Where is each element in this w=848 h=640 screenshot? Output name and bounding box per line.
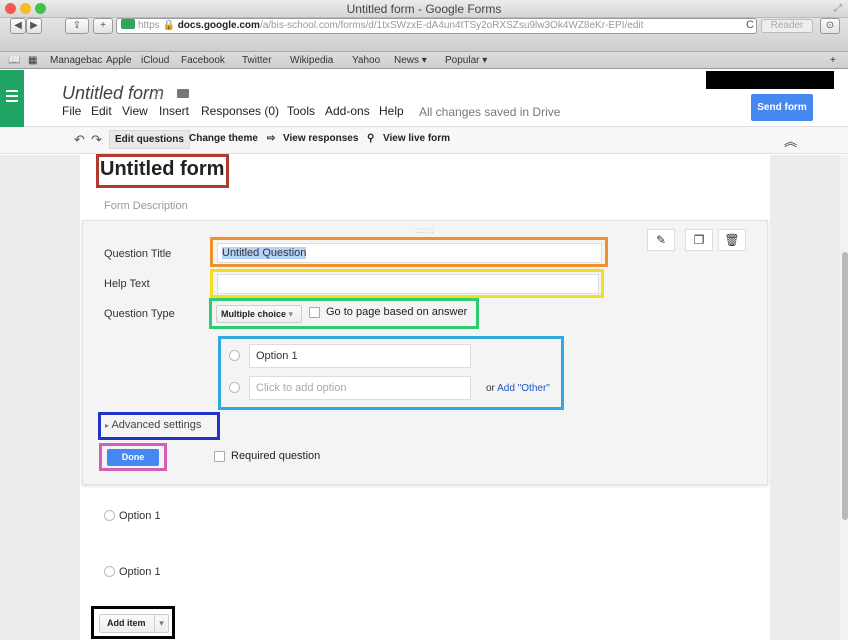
done-button[interactable]: Done bbox=[107, 449, 159, 466]
add-bookmark-button[interactable]: + bbox=[93, 18, 113, 34]
fullscreen-icon[interactable]: ⤢ bbox=[834, 3, 842, 14]
preview-option[interactable]: Option 1 bbox=[104, 566, 161, 578]
tab-change-theme[interactable]: Change theme bbox=[189, 133, 258, 144]
add-item-label: Add item bbox=[107, 618, 146, 628]
add-other-link[interactable]: Add "Other" bbox=[497, 383, 550, 394]
chevron-down-icon: ▾ bbox=[288, 309, 294, 319]
bookmark-item[interactable]: Facebook bbox=[181, 55, 225, 66]
menu-responses[interactable]: Responses (0) bbox=[201, 104, 279, 118]
form-description-field[interactable]: Form Description bbox=[104, 200, 188, 212]
window-titlebar: Untitled form - Google Forms ⤢ bbox=[0, 0, 848, 18]
tab-view-responses[interactable]: View responses bbox=[283, 133, 358, 144]
menu-edit[interactable]: Edit bbox=[91, 104, 112, 118]
share-icon[interactable]: ⇪ bbox=[65, 18, 89, 34]
advanced-settings-toggle[interactable]: ▸ Advanced settings bbox=[105, 419, 201, 431]
menu-file[interactable]: File bbox=[62, 104, 81, 118]
bookmark-item[interactable]: News ▾ bbox=[394, 55, 427, 66]
question-title-input[interactable]: Untitled Question bbox=[217, 243, 602, 263]
go-to-page-checkbox[interactable] bbox=[309, 307, 320, 318]
bookmark-item[interactable]: iCloud bbox=[141, 55, 169, 66]
required-checkbox[interactable] bbox=[214, 451, 225, 462]
add-other-text: or Add "Other" bbox=[486, 383, 550, 394]
tab-view-live-form[interactable]: View live form bbox=[383, 133, 450, 144]
doc-title[interactable]: Untitled form bbox=[62, 83, 164, 104]
lock-icon: 🔒 bbox=[159, 20, 178, 31]
menu-tools[interactable]: Tools bbox=[287, 104, 315, 118]
forward-button[interactable]: ▶ bbox=[26, 18, 42, 34]
radio-icon bbox=[104, 566, 115, 577]
duplicate-icon[interactable]: ❐ bbox=[685, 229, 713, 251]
forms-logo-icon[interactable] bbox=[0, 70, 24, 127]
help-text-input[interactable] bbox=[217, 274, 599, 294]
menu-view[interactable]: View bbox=[122, 104, 148, 118]
question-type-label: Question Type bbox=[104, 308, 175, 320]
bookmark-item[interactable]: Apple bbox=[106, 55, 132, 66]
view-live-icon[interactable]: ⚲ bbox=[367, 133, 374, 144]
edit-pencil-icon[interactable]: ✎ bbox=[647, 229, 675, 251]
menu-insert[interactable]: Insert bbox=[159, 104, 189, 118]
preview-option[interactable]: Option 1 bbox=[104, 510, 161, 522]
view-responses-icon[interactable]: ⇨ bbox=[267, 133, 275, 144]
url-scheme: https bbox=[138, 20, 160, 31]
site-favicon-icon bbox=[121, 19, 135, 29]
url-host: docs.google.com bbox=[177, 20, 260, 31]
bookmark-item[interactable]: Twitter bbox=[242, 55, 271, 66]
go-to-page-label: Go to page based on answer bbox=[326, 306, 468, 318]
question-title-label: Question Title bbox=[104, 248, 172, 260]
tab-edit-questions[interactable]: Edit questions bbox=[109, 130, 190, 149]
undo-icon[interactable]: ↶ bbox=[74, 132, 85, 148]
bookmark-item[interactable]: Managebac bbox=[50, 55, 102, 66]
send-form-button[interactable]: Send form bbox=[751, 94, 813, 121]
collapse-icon[interactable]: ︽ bbox=[784, 131, 797, 150]
account-redacted bbox=[706, 71, 834, 89]
preview-option-label: Option 1 bbox=[119, 566, 161, 578]
drag-handle-icon[interactable]: :::::: bbox=[415, 226, 434, 235]
or-text: or bbox=[486, 383, 495, 394]
delete-trash-icon[interactable]: 🗑 bbox=[718, 229, 746, 251]
menu-addons[interactable]: Add-ons bbox=[325, 104, 370, 118]
top-sites-icon[interactable]: ▦ bbox=[28, 55, 37, 66]
advanced-settings-label: Advanced settings bbox=[111, 419, 202, 431]
chevron-down-icon[interactable]: ▾ bbox=[154, 615, 168, 632]
url-bar[interactable]: https 🔒 docs.google.com/a/bis-school.com… bbox=[116, 18, 757, 34]
question-type-value: Multiple choice bbox=[221, 309, 287, 319]
back-button[interactable]: ◀ bbox=[10, 18, 26, 34]
star-icon[interactable]: ☆ bbox=[152, 84, 165, 102]
option-input[interactable]: Option 1 bbox=[249, 344, 471, 368]
scrollbar-thumb[interactable] bbox=[842, 252, 848, 520]
question-title-value: Untitled Question bbox=[222, 247, 307, 259]
bookmarks-bar: 📖 ▦ Managebac Apple iCloud Facebook Twit… bbox=[0, 52, 848, 69]
bookmark-item[interactable]: Wikipedia bbox=[290, 55, 333, 66]
bookmark-item[interactable]: Yahoo bbox=[352, 55, 380, 66]
add-tab-icon[interactable]: + bbox=[830, 55, 836, 66]
save-status: All changes saved in Drive bbox=[419, 105, 561, 119]
window-title: Untitled form - Google Forms bbox=[346, 2, 502, 16]
url-path: /a/bis-school.com/forms/d/1txSWzxE-dA4un… bbox=[259, 20, 644, 31]
downloads-icon[interactable]: ⊙ bbox=[820, 18, 840, 34]
add-item-button[interactable]: Add item ▾ bbox=[99, 614, 169, 633]
redo-icon[interactable]: ↷ bbox=[91, 132, 102, 148]
question-type-select[interactable]: Multiple choice ▾ bbox=[216, 305, 302, 323]
add-option-input[interactable]: Click to add option bbox=[249, 376, 471, 400]
preview-option-label: Option 1 bbox=[119, 510, 161, 522]
bookmark-item[interactable]: Popular ▾ bbox=[445, 55, 487, 66]
radio-icon bbox=[104, 510, 115, 521]
reader-button[interactable]: Reader bbox=[761, 19, 813, 33]
reading-list-icon[interactable]: 📖 bbox=[8, 55, 20, 66]
help-text-label: Help Text bbox=[104, 278, 150, 290]
required-question-label: Required question bbox=[231, 450, 321, 462]
folder-icon[interactable] bbox=[177, 89, 189, 98]
caret-right-icon: ▸ bbox=[105, 421, 110, 430]
reload-icon[interactable]: C bbox=[743, 18, 757, 34]
option-radio-icon bbox=[229, 382, 240, 393]
form-title[interactable]: Untitled form bbox=[100, 158, 224, 181]
menu-help[interactable]: Help bbox=[379, 104, 404, 118]
option-radio-icon bbox=[229, 350, 240, 361]
